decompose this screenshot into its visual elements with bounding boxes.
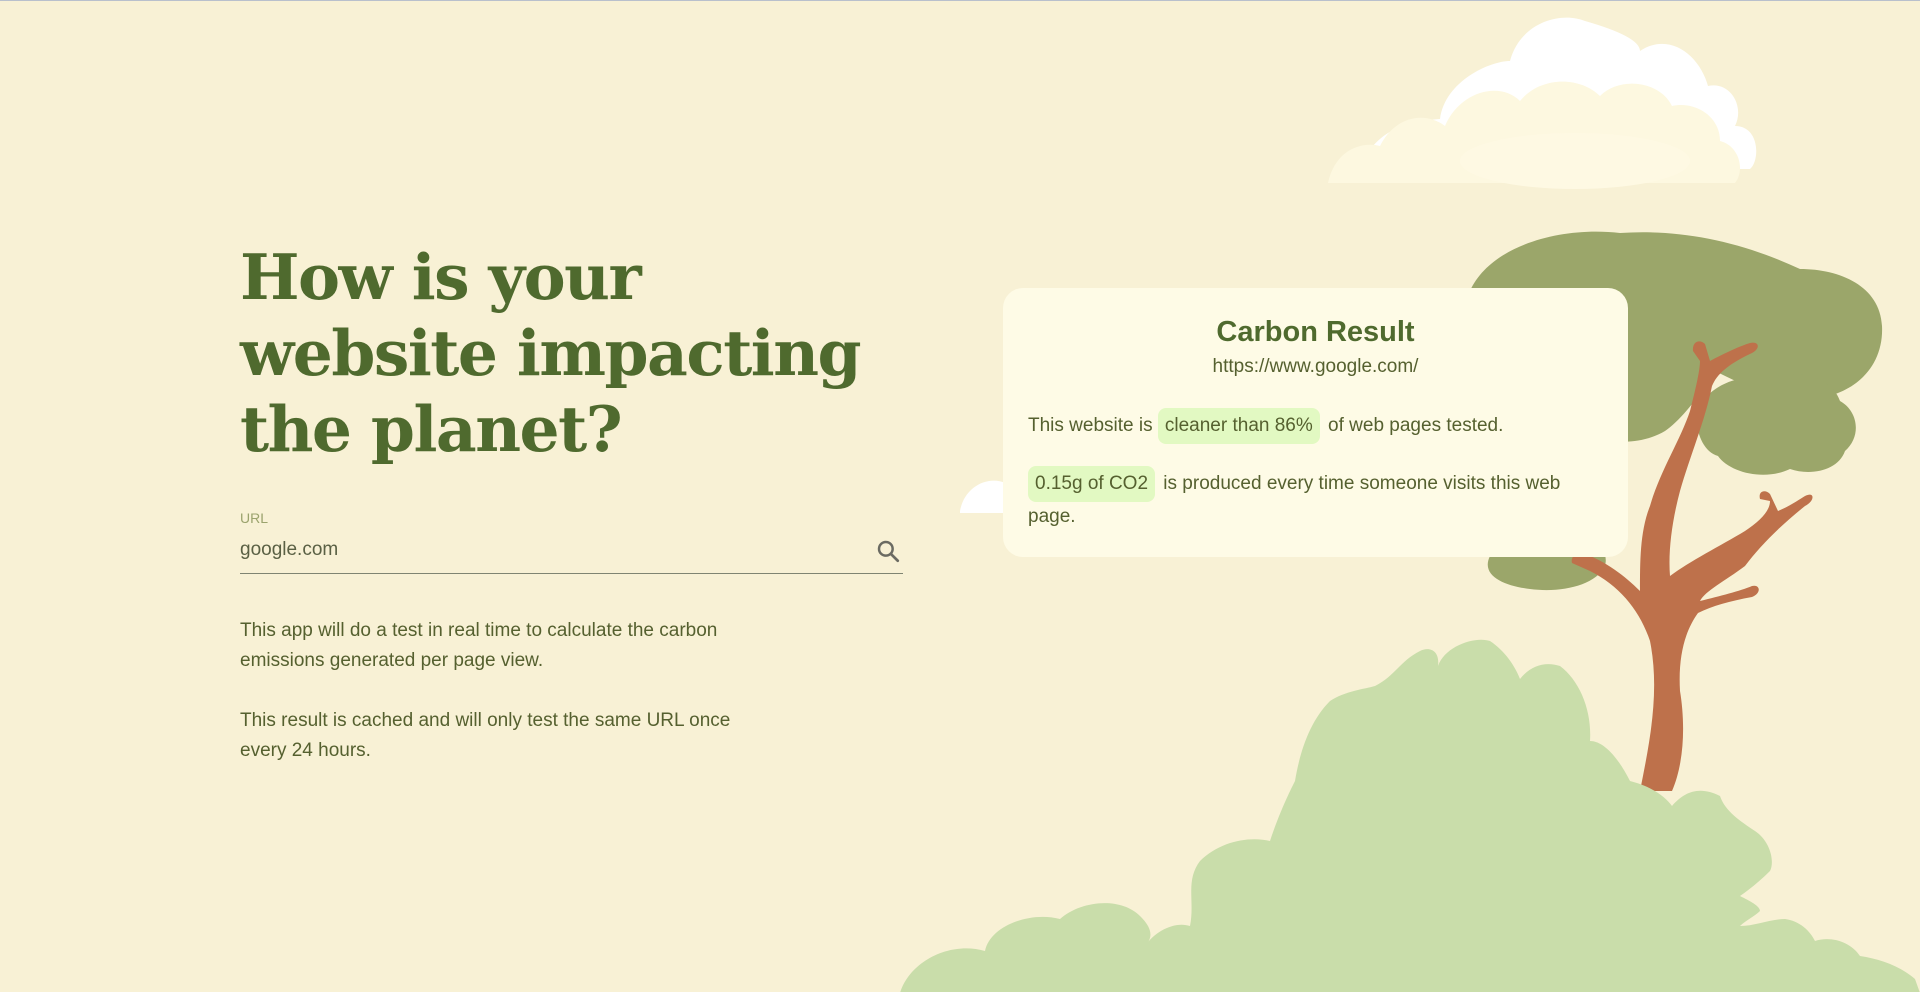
info-paragraph-realtime: This app will do a test in real time to …: [240, 620, 718, 671]
card-title: Carbon Result: [1216, 316, 1415, 348]
search-icon: [877, 540, 900, 563]
result-url: https://www.google.com/: [1212, 356, 1419, 377]
url-label: URL: [240, 510, 269, 526]
carbon-result-card: Carbon Result https://www.google.com/ Th…: [1003, 288, 1628, 557]
hero-section: How is your website impacting the planet…: [240, 239, 904, 796]
url-field: URL: [240, 510, 903, 574]
cloud-illustration: [1328, 17, 1757, 189]
info-paragraph-cache: This result is cached and will only test…: [240, 710, 731, 761]
cleaner-than-line: This website is cleaner than 86% of web …: [1028, 408, 1603, 444]
info-text: This app will do a test in real time to …: [240, 616, 760, 766]
cleaner-than-prefix: This website is: [1028, 415, 1158, 436]
cleaner-than-badge: cleaner than 86%: [1157, 408, 1320, 444]
url-input[interactable]: [240, 534, 840, 566]
cleaner-than-suffix: of web pages tested.: [1322, 415, 1504, 436]
bush-illustration: [900, 639, 1920, 992]
page: How is your website impacting the planet…: [0, 0, 1920, 992]
page-title: How is your website impacting the planet…: [240, 240, 862, 466]
search-button[interactable]: [873, 536, 903, 566]
co2-line: 0.15g of CO2 is produced every time some…: [1028, 466, 1603, 532]
co2-badge: 0.15g of CO2: [1028, 466, 1156, 502]
